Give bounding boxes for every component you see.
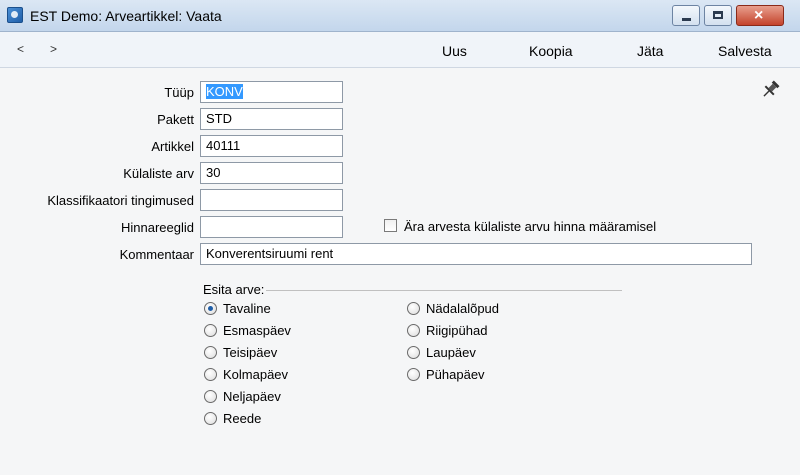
radio-label-neljapaev: Neljapäev <box>223 389 281 404</box>
close-icon: × <box>754 7 764 24</box>
guests-input[interactable]: 30 <box>200 162 343 184</box>
new-button[interactable]: Uus <box>442 43 467 59</box>
radio-label-riigipuhad: Riigipühad <box>426 323 488 338</box>
maximize-button[interactable] <box>704 5 732 26</box>
radio-label-esmaspaev: Esmaspäev <box>223 323 291 338</box>
app-icon[interactable] <box>7 7 23 23</box>
radio-laupaev[interactable] <box>407 346 420 359</box>
radio-neljapaev[interactable] <box>204 390 217 403</box>
save-button[interactable]: Salvesta <box>718 43 772 59</box>
toolbar: < > Uus Koopia Jäta Salvesta <box>0 32 800 68</box>
comment-input[interactable]: Konverentsiruumi rent <box>200 243 752 265</box>
minimize-button[interactable] <box>672 5 700 26</box>
radio-label-kolmapaev: Kolmapäev <box>223 367 289 382</box>
radio-label-reede: Reede <box>223 411 262 426</box>
radio-teisipaev[interactable] <box>204 346 217 359</box>
radio-nadalalopud[interactable] <box>407 302 420 315</box>
classifier-label: Klassifikaatori tingimused <box>47 193 194 208</box>
item-label: Artikkel <box>151 139 194 154</box>
radio-label-laupaev: Laupäev <box>426 345 476 360</box>
comment-label: Kommentaar <box>119 247 194 262</box>
type-label: Tüüp <box>164 85 194 100</box>
group-divider <box>266 290 622 291</box>
price-rules-label: Hinnareeglid <box>121 220 194 235</box>
radio-label-puhapaev: Pühapäev <box>426 367 485 382</box>
close-button[interactable]: × <box>736 5 784 26</box>
back-button[interactable]: < <box>17 42 24 56</box>
window-title: EST Demo: Arveartikkel: Vaata <box>30 8 222 24</box>
classifier-input[interactable] <box>200 189 343 211</box>
radio-tavaline[interactable] <box>204 302 217 315</box>
radio-kolmapaev[interactable] <box>204 368 217 381</box>
package-label: Pakett <box>157 112 194 127</box>
radio-puhapaev[interactable] <box>407 368 420 381</box>
radio-riigipuhad[interactable] <box>407 324 420 337</box>
type-value: KONV <box>206 84 243 99</box>
radio-label-nadalalopud: Nädalalõpud <box>426 301 500 316</box>
maximize-icon <box>713 11 723 19</box>
minimize-icon <box>682 18 691 21</box>
leave-button[interactable]: Jäta <box>637 43 663 59</box>
radio-label-teisipaev: Teisipäev <box>223 345 278 360</box>
radio-label-tavaline: Tavaline <box>223 301 271 316</box>
pin-icon[interactable] <box>760 79 782 99</box>
ignore-guests-checkbox[interactable] <box>384 219 397 232</box>
forward-button[interactable]: > <box>50 42 57 56</box>
radio-reede[interactable] <box>204 412 217 425</box>
package-input[interactable]: STD <box>200 108 343 130</box>
guests-label: Külaliste arv <box>123 166 194 181</box>
title-bar[interactable]: EST Demo: Arveartikkel: Vaata × <box>0 0 800 32</box>
price-rules-input[interactable] <box>200 216 343 238</box>
radio-esmaspaev[interactable] <box>204 324 217 337</box>
ignore-guests-label: Ära arvesta külaliste arvu hinna määrami… <box>404 219 657 234</box>
item-input[interactable]: 40111 <box>200 135 343 157</box>
invoice-group-label: Esita arve: <box>203 282 265 297</box>
copy-button[interactable]: Koopia <box>529 43 573 59</box>
type-input[interactable]: KONV <box>200 81 343 103</box>
